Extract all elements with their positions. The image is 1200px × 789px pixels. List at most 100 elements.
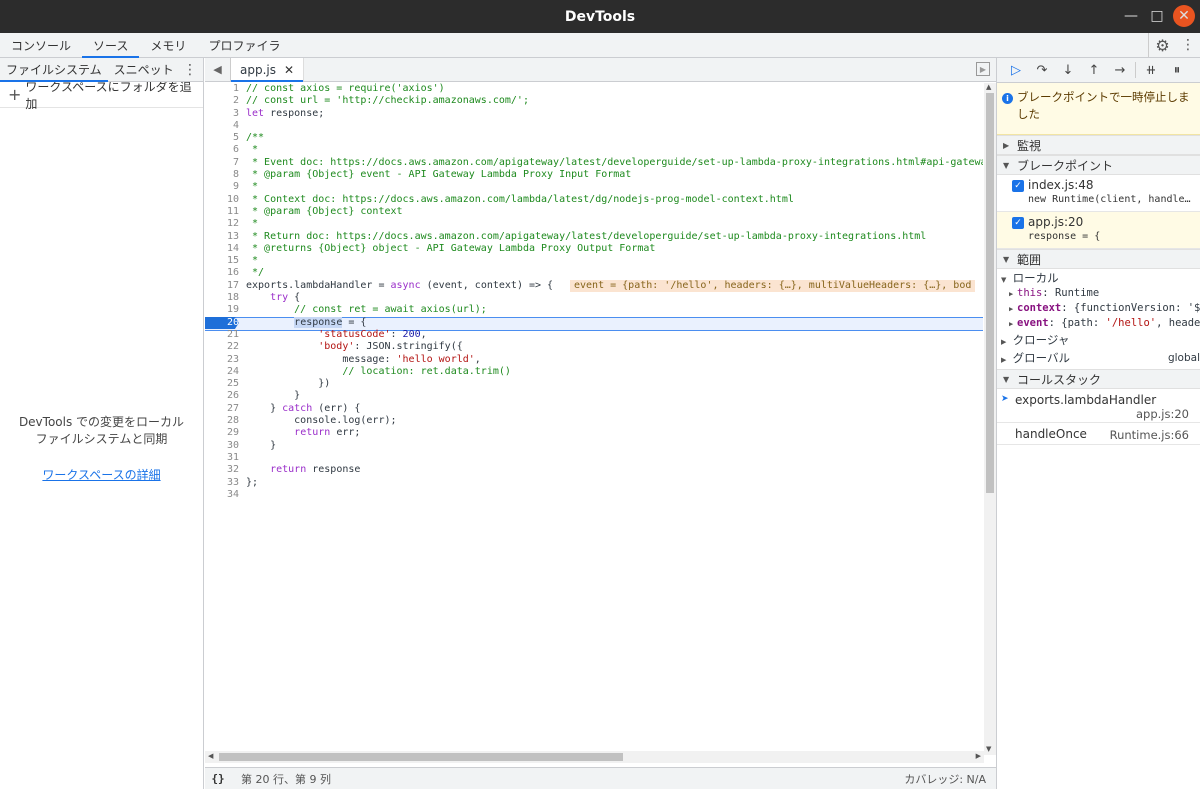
step-out-icon[interactable]: ↑ [1081,59,1107,81]
code-line[interactable]: 6 * [205,144,983,156]
code-line[interactable]: 33}; [205,477,983,489]
code-line[interactable]: 16 */ [205,267,983,279]
code-line[interactable]: 14 * @returns {Object} object - API Gate… [205,243,983,255]
scope-var-this[interactable]: ▶ this: Runtime [1001,286,1200,301]
scope-closure[interactable]: ▶ クロージャ [1001,331,1200,349]
resume-icon[interactable]: ▷ [1003,59,1029,81]
step-icon[interactable]: → [1107,59,1133,81]
code-line[interactable]: 8 * @param {Object} event - API Gateway … [205,169,983,181]
line-number[interactable]: 2 [205,95,239,107]
maximize-icon[interactable]: □ [1146,5,1168,27]
gear-icon[interactable]: ⚙ [1148,33,1176,57]
scroll-up-icon[interactable]: ▲ [986,83,991,91]
code-line[interactable]: 23 message: 'hello world', [205,354,983,366]
tab-sources[interactable]: ソース [82,33,140,58]
callstack-frame-active[interactable]: ➤ exports.lambdaHandler app.js:20 [997,389,1200,423]
code-line[interactable]: 7 * Event doc: https://docs.aws.amazon.c… [205,157,983,169]
deactivate-breakpoints-icon[interactable]: ⧺ [1138,59,1164,81]
add-folder-button[interactable]: + ワークスペースにフォルダを追加 [0,80,203,111]
scroll-right-icon[interactable]: ▶ [976,752,981,760]
code-line[interactable]: 26 } [205,390,983,402]
line-number[interactable]: 31 [205,452,239,464]
line-number[interactable]: 21 [205,329,239,341]
code-line[interactable]: 3 let response; [205,108,983,120]
kebab-icon[interactable]: ⋮ [183,62,197,78]
line-number[interactable]: 18 [205,292,239,304]
line-number[interactable]: 14 [205,243,239,255]
code-line[interactable]: 13 * Return doc: https://docs.aws.amazon… [205,231,983,243]
code-line[interactable]: 2 // const url = 'http://checkip.amazonaw… [205,95,983,107]
workspace-details-link[interactable]: ワークスペースの詳細 [0,466,203,483]
line-number[interactable]: 5 [205,132,239,144]
line-number[interactable]: 8 [205,169,239,181]
line-number[interactable]: 17 [205,280,239,292]
code-line[interactable]: 25 }) [205,378,983,390]
code-line[interactable]: 28 console.log(err); [205,415,983,427]
code-line[interactable]: 10 * Context doc: https://docs.aws.amazo… [205,194,983,206]
pause-on-exceptions-icon[interactable]: ⏸ [1164,59,1190,81]
code-line[interactable]: 29 return err; [205,427,983,439]
line-number[interactable]: 15 [205,255,239,267]
kebab-icon[interactable]: ⋮ [1176,37,1200,53]
horizontal-scroll-thumb[interactable] [219,753,623,761]
line-number[interactable]: 11 [205,206,239,218]
code-line[interactable]: 18 try { [205,292,983,304]
section-scope[interactable]: ▼ 範囲 [997,249,1200,269]
vertical-scrollbar[interactable]: ▲ ▼ [984,83,996,755]
minimize-icon[interactable]: — [1120,5,1142,27]
section-breakpoints[interactable]: ▼ ブレークポイント [997,155,1200,175]
line-number[interactable]: 30 [205,440,239,452]
line-number[interactable]: 29 [205,427,239,439]
scroll-down-icon[interactable]: ▼ [986,745,991,753]
line-number[interactable]: 4 [205,120,239,132]
close-icon[interactable]: ✕ [1173,5,1195,27]
code-line[interactable]: 1 // const axios = require('axios') [205,83,983,95]
code-line[interactable]: 21 'statusCode': 200, [205,329,983,341]
scope-var-event[interactable]: ▶event: {path: '/hello', header [1001,316,1200,331]
code-line[interactable]: 11 * @param {Object} context [205,206,983,218]
code-line[interactable]: 32 return response [205,464,983,476]
code-line[interactable]: 9 * [205,181,983,193]
code-line[interactable]: 30 } [205,440,983,452]
scope-local[interactable]: ▼ ローカル [1001,271,1200,286]
breakpoint-item-active[interactable]: ✓ app.js:20 response = { [997,212,1200,249]
code-line[interactable]: 31 [205,452,983,464]
line-number[interactable]: 7 [205,157,239,169]
code-line[interactable]: 27 } catch (err) { [205,403,983,415]
tab-filesystem[interactable]: ファイルシステム [0,58,108,82]
code-line[interactable]: 22 'body': JSON.stringify({ [205,341,983,353]
tab-snippets[interactable]: スニペット [108,58,180,81]
toggle-navigator-icon[interactable]: ◀ [205,58,231,81]
line-number[interactable]: 32 [205,464,239,476]
line-number[interactable]: 12 [205,218,239,230]
line-number[interactable]: 33 [205,477,239,489]
code-line[interactable]: 19 // const ret = await axios(url); [205,304,983,316]
breakpoint-item[interactable]: ✓ index.js:48 new Runtime(client, handle… [997,175,1200,212]
tab-console[interactable]: コンソール [0,33,82,57]
horizontal-scrollbar[interactable]: ◀ ▶ [205,751,984,763]
line-number[interactable]: 27 [205,403,239,415]
line-number[interactable]: 34 [205,489,239,501]
code-line[interactable]: 4 [205,120,983,132]
checkbox-checked-icon[interactable]: ✓ [1012,180,1024,192]
code-line[interactable]: 15 * [205,255,983,267]
code-line[interactable]: 12 * [205,218,983,230]
code-line[interactable]: 17 exports.lambdaHandler = async (event, … [205,279,983,293]
callstack-frame[interactable]: handleOnce Runtime.js:66 [997,423,1200,445]
line-number[interactable]: 10 [205,194,239,206]
file-tab-appjs[interactable]: app.js ✕ [231,58,305,82]
line-number[interactable]: 6 [205,144,239,156]
tab-memory[interactable]: メモリ [139,33,197,57]
code-line[interactable]: 34 [205,489,983,501]
step-into-icon[interactable]: ↓ [1055,59,1081,81]
line-number[interactable]: 16 [205,267,239,279]
scroll-left-icon[interactable]: ◀ [208,752,213,760]
line-number[interactable]: 23 [205,354,239,366]
line-number[interactable]: 3 [205,108,239,120]
scope-var-context[interactable]: ▶ context: {functionVersion: '$L [1001,301,1200,316]
pretty-print-button[interactable]: {} [205,772,231,785]
line-number[interactable]: 9 [205,181,239,193]
code-line[interactable]: 5 /** [205,132,983,144]
tab-profiler[interactable]: プロファイラ [197,33,291,57]
line-number[interactable]: 25 [205,378,239,390]
